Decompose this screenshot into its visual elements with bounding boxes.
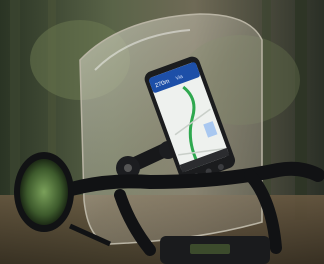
photo-scene: 270m Via bbox=[0, 0, 324, 264]
tree-trunk bbox=[295, 0, 307, 220]
green-accent bbox=[190, 244, 230, 254]
mirror-glass bbox=[20, 159, 68, 225]
tree-trunk bbox=[10, 0, 20, 200]
mount-bolt bbox=[124, 164, 132, 172]
scene-svg: 270m Via bbox=[0, 0, 324, 264]
